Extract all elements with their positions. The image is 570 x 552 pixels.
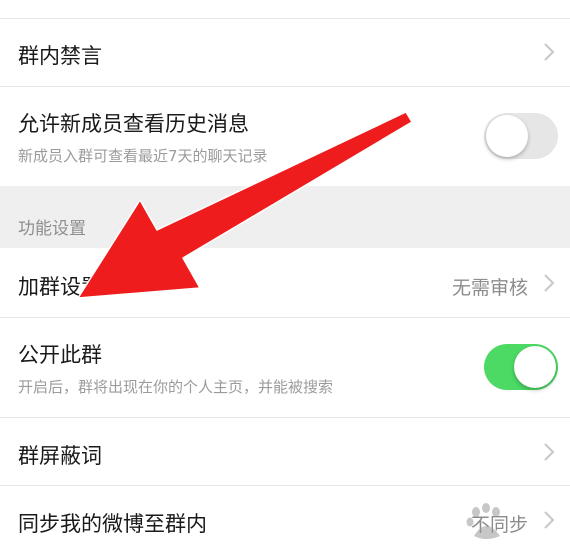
block-words-title: 群屏蔽词 [18, 444, 102, 468]
settings-row-block-words[interactable]: 群屏蔽词 [0, 418, 570, 485]
join-value: 无需审核 [451, 277, 528, 299]
mute-title: 群内禁言 [18, 44, 102, 68]
settings-row-join[interactable]: 加群设置 无需审核 [0, 248, 570, 317]
chevron-right-icon [544, 443, 555, 461]
section-header: 功能设置 [0, 186, 570, 248]
section-header-label: 功能设置 [18, 219, 86, 239]
settings-row-mute[interactable]: 群内禁言 [0, 19, 570, 86]
public-subtitle: 开启后，群将出现在你的个人主页，并能被搜索 [18, 378, 334, 396]
history-toggle[interactable] [484, 113, 558, 159]
history-title: 允许新成员查看历史消息 [18, 112, 249, 136]
public-title: 公开此群 [18, 343, 102, 367]
baidu-watermark [466, 503, 500, 539]
settings-row-public: 公开此群 开启后，群将出现在你的个人主页，并能被搜索 [0, 318, 570, 417]
history-subtitle: 新成员入群可查看最近7天的聊天记录 [18, 147, 268, 165]
weibo-title: 同步我的微博至群内 [18, 512, 207, 536]
join-title: 加群设置 [18, 275, 102, 299]
toggle-knob [514, 346, 556, 388]
chevron-right-icon [544, 274, 555, 292]
public-toggle[interactable] [484, 344, 558, 390]
toggle-knob [486, 115, 528, 157]
settings-row-history: 允许新成员查看历史消息 新成员入群可查看最近7天的聊天记录 [0, 87, 570, 186]
chevron-right-icon [544, 43, 555, 61]
